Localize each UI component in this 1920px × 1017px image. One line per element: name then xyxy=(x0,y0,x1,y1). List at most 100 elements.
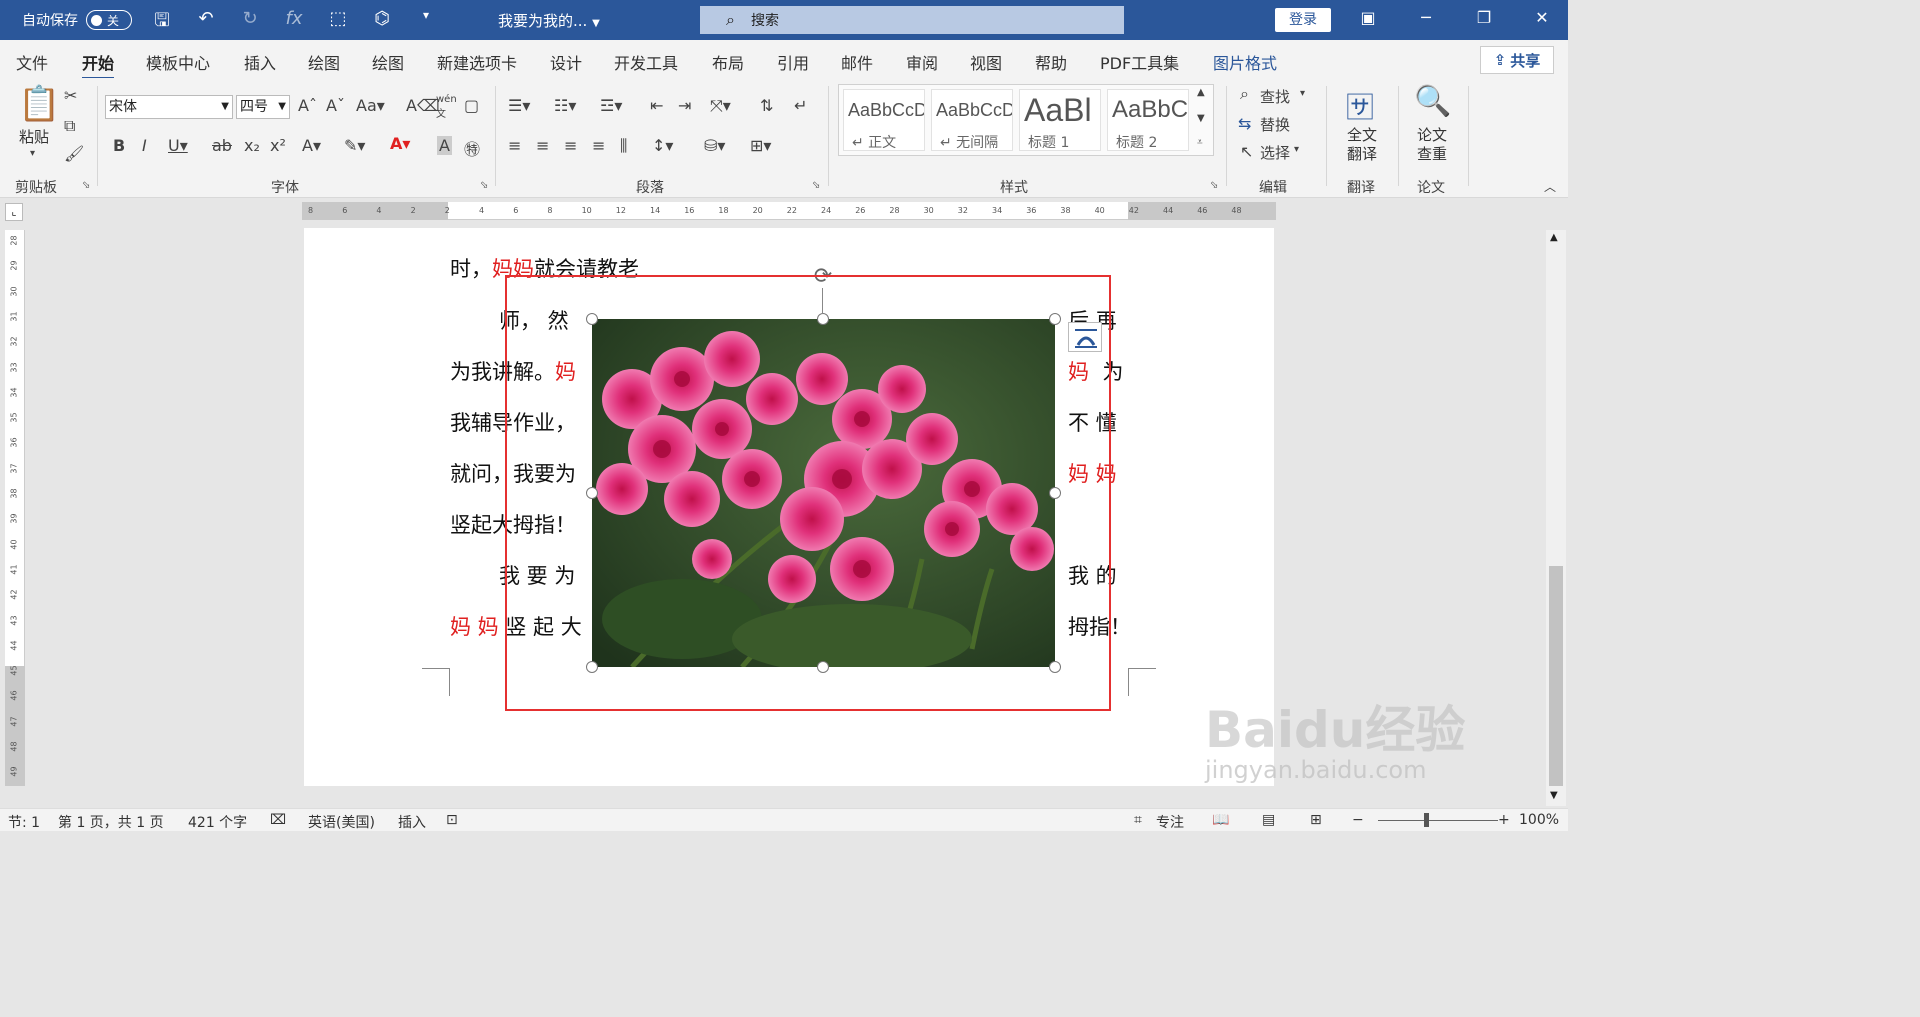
align-center-icon[interactable]: ≡ xyxy=(536,136,549,155)
tab-view[interactable]: 视图 xyxy=(970,50,1002,74)
undo-icon[interactable]: ↶ xyxy=(194,8,218,38)
chevron-down-icon[interactable]: ▾ xyxy=(1294,144,1299,155)
enclose-characters-icon[interactable]: ㊕ xyxy=(464,136,480,160)
clear-formatting-icon[interactable]: A⌫ xyxy=(406,96,440,115)
increase-indent-icon[interactable]: ⇥ xyxy=(678,96,691,115)
italic-icon[interactable]: I xyxy=(142,136,147,155)
chevron-down-icon[interactable]: ▾ xyxy=(1300,88,1305,99)
function-icon[interactable]: fx xyxy=(282,8,306,38)
tab-layout[interactable]: 布局 xyxy=(712,50,744,74)
macro-record-icon[interactable]: ⊡ xyxy=(446,812,458,828)
share-button[interactable]: ⇪ 共享 xyxy=(1480,46,1554,74)
change-case-icon[interactable]: Aa▾ xyxy=(356,96,385,115)
style-no-spacing[interactable]: AaBbCcDc ↵ 无间隔 xyxy=(931,89,1013,151)
paper-check-icon[interactable]: 🔍 xyxy=(1414,84,1451,119)
autosave[interactable]: 自动保存 关 xyxy=(22,10,132,30)
shading-icon[interactable]: ⛁▾ xyxy=(704,136,725,155)
restore-icon[interactable]: ❐ xyxy=(1474,8,1494,27)
select-button[interactable]: 选择 xyxy=(1260,142,1290,163)
tab-picture-format[interactable]: 图片格式 xyxy=(1213,50,1277,74)
shrink-font-icon[interactable]: Aˇ xyxy=(326,96,345,115)
chevron-down-icon[interactable]: ▾ xyxy=(30,148,35,159)
zoom-slider[interactable] xyxy=(1378,820,1498,821)
save-icon[interactable]: 🖫 xyxy=(150,8,174,38)
font-color-icon[interactable]: A▾ xyxy=(390,134,410,153)
tab-insert[interactable]: 插入 xyxy=(244,50,276,74)
tab-new-tab[interactable]: 新建选项卡 xyxy=(437,50,517,74)
vertical-ruler[interactable]: 28 29 30 31 32 33 34 35 36 37 38 39 40 41 42 43 44 45 46 47… xyxy=(5,230,25,786)
paste-icon[interactable]: 📋 xyxy=(18,84,60,124)
justify-icon[interactable]: ≡ xyxy=(592,136,605,155)
style-heading-1[interactable]: AaBl 标题 1 xyxy=(1019,89,1101,151)
paste-button[interactable]: 粘贴 xyxy=(19,128,49,147)
tab-draw-2[interactable]: 绘图 xyxy=(372,50,404,74)
style-normal[interactable]: AaBbCcDc ↵ 正文 xyxy=(843,89,925,151)
zoom-in-icon[interactable]: + xyxy=(1498,812,1510,828)
more-styles-icon[interactable]: ⩡ xyxy=(1197,137,1203,148)
tab-template-center[interactable]: 模板中心 xyxy=(146,50,210,74)
scrollbar-thumb[interactable] xyxy=(1549,566,1563,786)
multilevel-list-icon[interactable]: ☲▾ xyxy=(600,96,622,115)
numbering-icon[interactable]: ☷▾ xyxy=(554,96,576,115)
customize-qat-icon[interactable]: ▾ xyxy=(414,8,438,38)
character-border-icon[interactable]: ▢ xyxy=(464,96,479,115)
minimize-icon[interactable]: ─ xyxy=(1416,8,1436,27)
select-icon[interactable]: ↖ xyxy=(1240,142,1253,161)
document-title[interactable]: 我要为我的... ▼ xyxy=(498,10,600,31)
tab-review[interactable]: 审阅 xyxy=(906,50,938,74)
print-layout-icon[interactable]: ▤ xyxy=(1262,812,1275,828)
scroll-down-icon[interactable]: ▼ xyxy=(1550,790,1558,801)
dialog-launcher-icon[interactable]: ⬂ xyxy=(82,180,90,191)
line-spacing-icon[interactable]: ↕▾ xyxy=(652,136,673,155)
insert-mode[interactable]: 插入 xyxy=(398,812,426,832)
tab-references[interactable]: 引用 xyxy=(777,50,809,74)
org-chart-icon[interactable]: ⌬ xyxy=(370,8,394,38)
language-indicator[interactable]: 英语(美国) xyxy=(308,812,375,832)
bullets-icon[interactable]: ☰▾ xyxy=(508,96,530,115)
show-marks-icon[interactable]: ↵ xyxy=(794,96,807,115)
translate-icon[interactable]: 🈂 xyxy=(1346,86,1374,126)
asian-layout-icon[interactable]: ⤧▾ xyxy=(710,96,731,116)
collapse-ribbon-icon[interactable]: ︿ xyxy=(1544,178,1556,195)
strikethrough-icon[interactable]: ab xyxy=(212,136,232,155)
redo-icon[interactable]: ↻ xyxy=(238,8,262,38)
replace-icon[interactable]: ⇆ xyxy=(1238,114,1251,133)
align-left-icon[interactable]: ≡ xyxy=(508,136,521,155)
sort-icon[interactable]: ⇅ xyxy=(760,96,773,115)
tab-home[interactable]: 开始 xyxy=(82,50,115,80)
paper-check-button[interactable]: 论文 查重 xyxy=(1417,126,1447,164)
search-box[interactable]: ⌕ 搜索 xyxy=(700,6,1124,34)
ribbon-display-icon[interactable]: ▣ xyxy=(1358,8,1378,27)
tab-pdf-tools[interactable]: PDF工具集 xyxy=(1100,50,1179,74)
text-effects-icon[interactable]: A▾ xyxy=(302,136,321,155)
underline-icon[interactable]: U▾ xyxy=(168,136,188,155)
web-layout-icon[interactable]: ⊞ xyxy=(1310,812,1322,828)
grow-font-icon[interactable]: Aˆ xyxy=(298,96,317,115)
align-right-icon[interactable]: ≡ xyxy=(564,136,577,155)
zoom-out-icon[interactable]: − xyxy=(1352,812,1364,828)
format-painter-icon[interactable]: 🖌 xyxy=(64,144,84,163)
proofing-icon[interactable]: ⌧ xyxy=(270,812,286,828)
font-name-combo[interactable]: 宋体 ▼ xyxy=(105,95,233,119)
tab-developer[interactable]: 开发工具 xyxy=(614,50,678,74)
character-shading-icon[interactable]: A xyxy=(437,136,452,155)
focus-mode[interactable]: 专注 xyxy=(1156,812,1184,832)
tab-mailings[interactable]: 邮件 xyxy=(841,50,873,74)
scroll-up-icon[interactable]: ▲ xyxy=(1550,232,1558,243)
tab-file[interactable]: 文件 xyxy=(16,50,48,74)
word-count[interactable]: 421 个字 xyxy=(188,812,247,832)
find-button[interactable]: 查找 xyxy=(1260,86,1290,107)
select-object-icon[interactable]: ⬚ xyxy=(326,8,350,38)
replace-button[interactable]: 替换 xyxy=(1260,114,1290,135)
tab-help[interactable]: 帮助 xyxy=(1035,50,1067,74)
tab-draw[interactable]: 绘图 xyxy=(308,50,340,74)
style-heading-2[interactable]: AaBbC 标题 2 xyxy=(1107,89,1189,151)
phonetic-guide-icon[interactable]: wén 文 xyxy=(436,94,457,120)
font-size-combo[interactable]: 四号 ▼ xyxy=(236,95,290,119)
close-icon[interactable]: ✕ xyxy=(1532,8,1552,27)
dialog-launcher-icon[interactable]: ⬂ xyxy=(812,180,820,191)
find-icon[interactable]: ⌕ xyxy=(1240,84,1249,104)
tab-design[interactable]: 设计 xyxy=(550,50,582,74)
highlight-icon[interactable]: ✎▾ xyxy=(344,136,365,155)
cut-icon[interactable]: ✂ xyxy=(64,86,77,105)
